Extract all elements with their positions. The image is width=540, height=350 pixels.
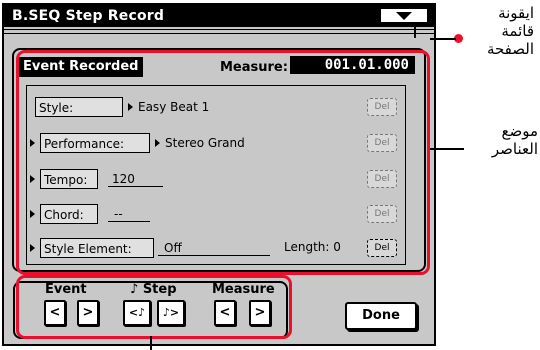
- title-bar: B.SEQ Step Record: [4, 5, 434, 27]
- page-menu-button[interactable]: [379, 7, 429, 24]
- items-callout-line-2: العناصر: [491, 140, 538, 158]
- nav-highlight-frame: [16, 275, 292, 339]
- items-callout-text: موضع العناصر: [468, 122, 538, 158]
- title-underline: [4, 29, 434, 34]
- nav-callout-line: [150, 336, 152, 350]
- menu-callout-line: [430, 38, 456, 40]
- page-title: B.SEQ Step Record: [12, 8, 165, 24]
- menu-callout-line-2: قائمة: [501, 22, 534, 40]
- items-highlight-frame: [16, 50, 430, 275]
- items-callout-line-1: موضع: [501, 122, 538, 140]
- menu-callout-text: ايقونة قائمة الصفحة: [468, 4, 534, 58]
- menu-callout-line-1: ايقونة: [498, 4, 534, 22]
- menu-callout-line-3: الصفحة: [486, 40, 534, 58]
- items-callout-line: [430, 148, 464, 150]
- menu-callout-line-vertical: [414, 22, 416, 38]
- done-button[interactable]: Done: [345, 302, 417, 330]
- chevron-down-icon: [396, 12, 412, 20]
